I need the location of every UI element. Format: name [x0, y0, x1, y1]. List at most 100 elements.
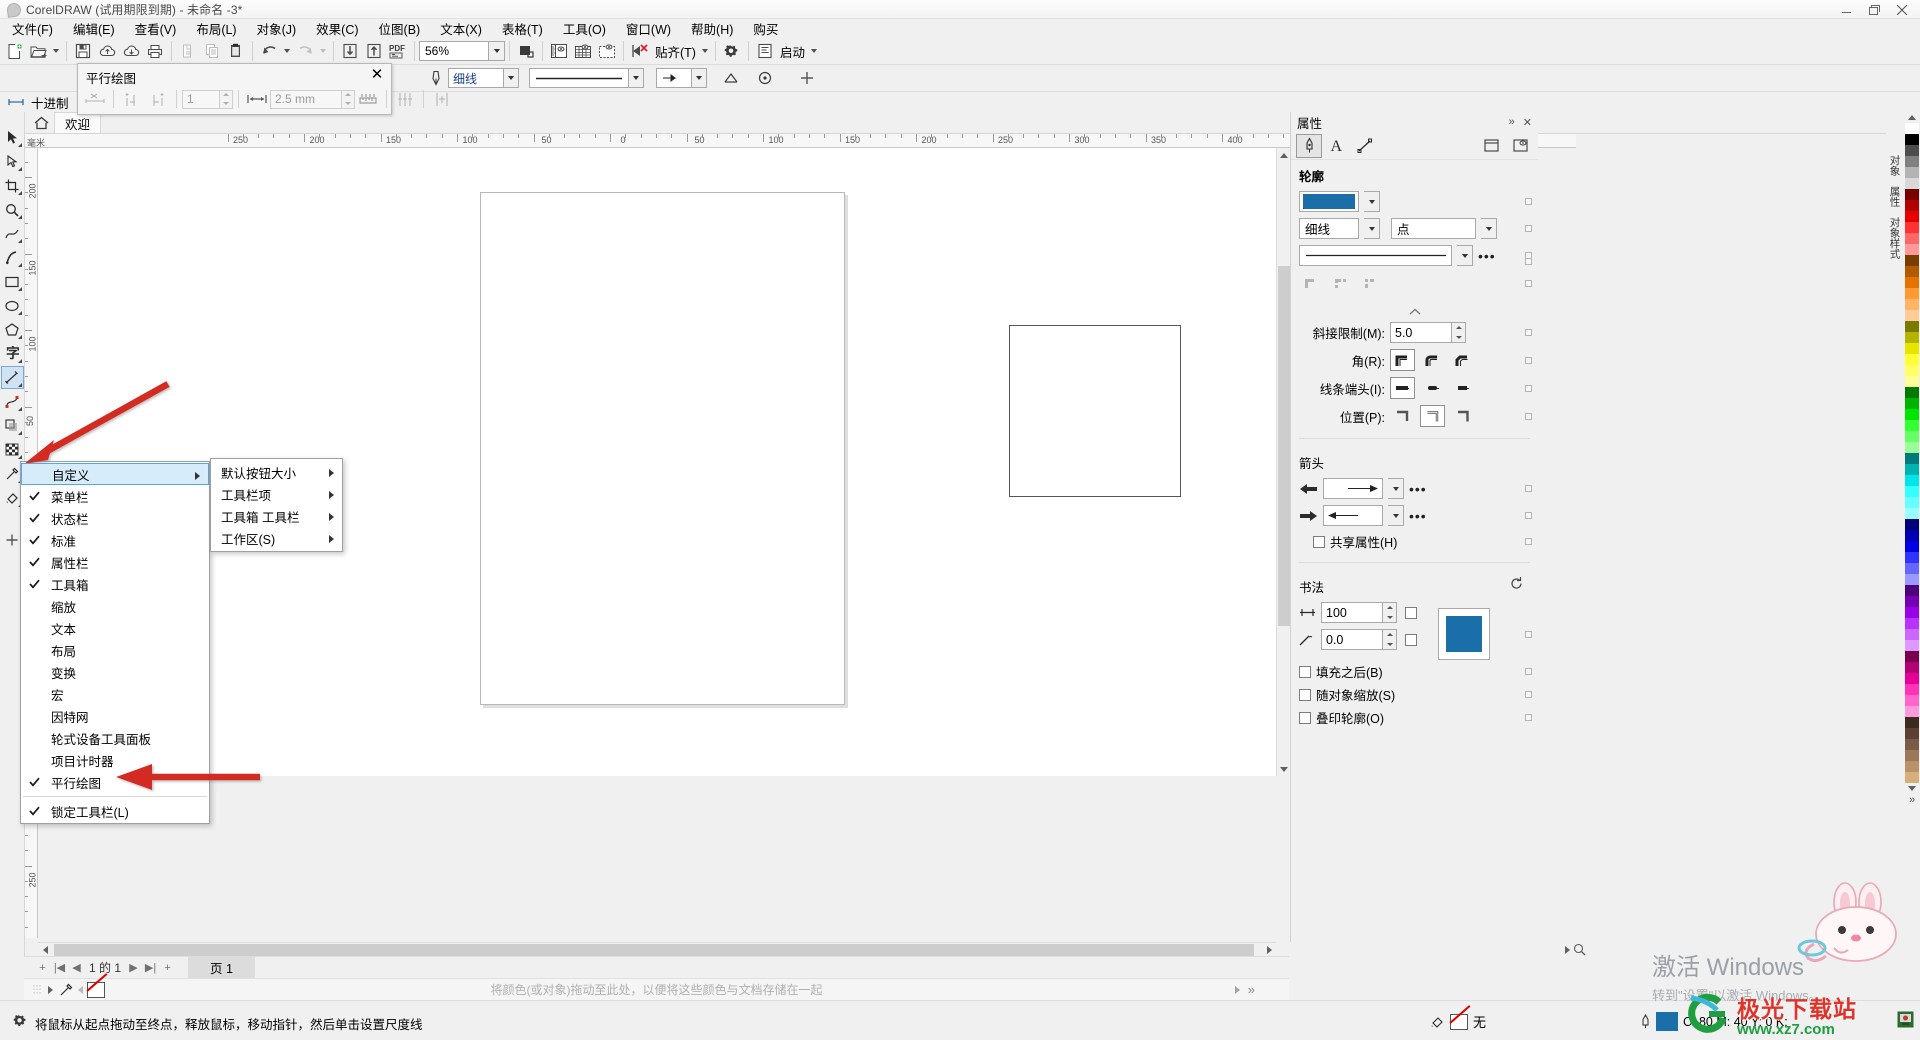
outline-color-dropdown-icon[interactable] — [1364, 191, 1380, 212]
menu-bitmaps[interactable]: 位图(B) — [369, 17, 431, 40]
palette-swatch[interactable] — [1905, 662, 1919, 673]
position-inside-icon[interactable] — [1450, 405, 1475, 427]
line-count-spinner[interactable] — [182, 89, 233, 109]
palette-swatch[interactable] — [1905, 761, 1919, 772]
drop-shadow-tool-icon[interactable] — [1, 414, 24, 437]
publish-to-cloud-icon[interactable] — [95, 39, 119, 63]
context-menu-item[interactable]: 项目计时器 — [21, 749, 209, 771]
palette-swatch[interactable] — [1905, 299, 1919, 310]
context-menu-item[interactable]: 工具箱 — [21, 573, 209, 595]
context-menu-item[interactable]: 自定义 — [21, 463, 209, 485]
calligraphy-nib-preview[interactable] — [1438, 608, 1490, 660]
horizontal-scrollbar[interactable] — [38, 942, 1276, 956]
menu-file[interactable]: 文件(F) — [2, 17, 63, 40]
menu-object[interactable]: 对象(J) — [247, 17, 307, 40]
rectangle-object[interactable] — [1009, 325, 1181, 497]
arrow-style-preview[interactable] — [656, 68, 692, 88]
horizontal-scroll-thumb[interactable] — [54, 944, 1254, 956]
position-outside-icon[interactable] — [1390, 405, 1415, 427]
calligraphy-angle-input[interactable] — [1321, 629, 1383, 650]
submenu-item[interactable]: 默认按钮大小 — [211, 461, 342, 483]
palette-swatch[interactable] — [1905, 651, 1919, 662]
palette-swatch[interactable] — [1905, 717, 1919, 728]
open-document-icon[interactable] — [26, 39, 50, 63]
palette-swatch[interactable] — [1905, 321, 1919, 332]
corner-miter-icon[interactable] — [1390, 349, 1415, 371]
miter-limit-spinner[interactable] — [1390, 322, 1466, 343]
pick-tool-icon[interactable] — [1, 126, 24, 149]
outline-line-style-preview[interactable] — [1299, 245, 1452, 266]
calligraphy-angle-checkbox[interactable] — [1405, 633, 1417, 646]
palette-swatch[interactable] — [1905, 420, 1919, 431]
character-icon[interactable]: A — [1324, 134, 1350, 158]
behind-fill-checkbox[interactable] — [1299, 665, 1311, 678]
menu-view[interactable]: 查看(V) — [125, 17, 187, 40]
submenu-item[interactable]: 工具箱 工具栏 — [211, 505, 342, 527]
start-arrow-dropdown-icon[interactable] — [1388, 478, 1404, 499]
scroll-down-button[interactable] — [1277, 762, 1291, 776]
palette-swatch[interactable] — [1905, 585, 1919, 596]
connector-tool-icon[interactable] — [1, 390, 24, 413]
scroll-right-button[interactable] — [1262, 943, 1276, 957]
menu-table[interactable]: 表格(T) — [492, 17, 553, 40]
palette-swatch[interactable] — [1905, 365, 1919, 376]
vtab-objects[interactable]: 对象 — [1887, 152, 1904, 179]
close-button[interactable] — [1888, 1, 1916, 19]
zoom-to-fit-controls[interactable] — [1565, 942, 1589, 957]
redo-icon[interactable] — [293, 39, 317, 63]
palette-swatch[interactable] — [1905, 618, 1919, 629]
minimize-button[interactable] — [1832, 1, 1860, 19]
calligraphy-stretch-input[interactable] — [1321, 602, 1383, 623]
palette-swatch[interactable] — [1905, 728, 1919, 739]
add-line-after-icon[interactable] — [145, 87, 171, 111]
zoom-tool-icon[interactable] — [1, 198, 24, 221]
context-menu-item[interactable]: 锁定工具栏(L) — [21, 800, 209, 822]
line-style-dropdown-icon[interactable] — [629, 68, 644, 88]
outline-width-dropdown-icon[interactable] — [1364, 218, 1380, 239]
launch-apps-icon[interactable] — [753, 39, 777, 63]
palette-swatch[interactable] — [1905, 607, 1919, 618]
palette-swatch[interactable] — [1905, 387, 1919, 398]
overprint-outline-checkbox[interactable] — [1299, 711, 1311, 724]
full-screen-preview-icon[interactable] — [514, 39, 538, 63]
miter-limit-input[interactable] — [1390, 322, 1452, 343]
undo-history-chevron-icon[interactable] — [281, 39, 293, 63]
freehand-tool-icon[interactable] — [1, 222, 24, 245]
add-line-before-icon[interactable] — [119, 87, 145, 111]
ellipse-tool-icon[interactable] — [1, 294, 24, 317]
mirror-lines-icon[interactable] — [429, 87, 455, 111]
export-icon[interactable] — [362, 39, 386, 63]
context-menu-item[interactable]: 菜单栏 — [21, 485, 209, 507]
outline-width-value[interactable]: 细线 — [1299, 218, 1359, 239]
palette-swatch[interactable] — [1905, 442, 1919, 453]
context-menu-item[interactable]: 布局 — [21, 639, 209, 661]
fill-container-icon[interactable] — [1478, 134, 1504, 158]
palette-swatch[interactable] — [1905, 310, 1919, 321]
show-rulers-icon[interactable] — [547, 39, 571, 63]
position-centered-icon[interactable] — [1420, 405, 1445, 427]
transparency-tool-icon[interactable] — [1, 438, 24, 461]
launch-label[interactable]: 启动 — [777, 42, 808, 61]
palette-swatch[interactable] — [1905, 211, 1919, 222]
start-arrow-more-button[interactable]: ••• — [1409, 482, 1427, 496]
import-icon[interactable] — [338, 39, 362, 63]
status-gear-icon[interactable] — [12, 1013, 28, 1032]
redo-history-chevron-icon[interactable] — [317, 39, 329, 63]
palette-swatch[interactable] — [1905, 739, 1919, 750]
palette-swatch[interactable] — [1905, 695, 1919, 706]
dimension-style-icon[interactable] — [4, 90, 28, 114]
menu-tools[interactable]: 工具(O) — [553, 17, 616, 40]
menu-text[interactable]: 文本(X) — [430, 17, 492, 40]
palette-swatch[interactable] — [1905, 673, 1919, 684]
menu-layout[interactable]: 布局(L) — [186, 17, 246, 40]
palette-swatch[interactable] — [1905, 596, 1919, 607]
end-arrow-more-button[interactable]: ••• — [1409, 509, 1427, 523]
outline-line-style-more-button[interactable]: ••• — [1478, 249, 1496, 263]
dropbar-expand-icon[interactable]: » — [1248, 982, 1255, 997]
snap-off-icon[interactable] — [628, 39, 652, 63]
palette-swatch[interactable] — [1905, 431, 1919, 442]
menu-edit[interactable]: 编辑(E) — [63, 17, 125, 40]
scale-with-object-checkbox[interactable] — [1299, 688, 1311, 701]
outline-width-value[interactable]: 细线 — [448, 68, 504, 88]
color-palette[interactable]: » — [1904, 112, 1920, 942]
